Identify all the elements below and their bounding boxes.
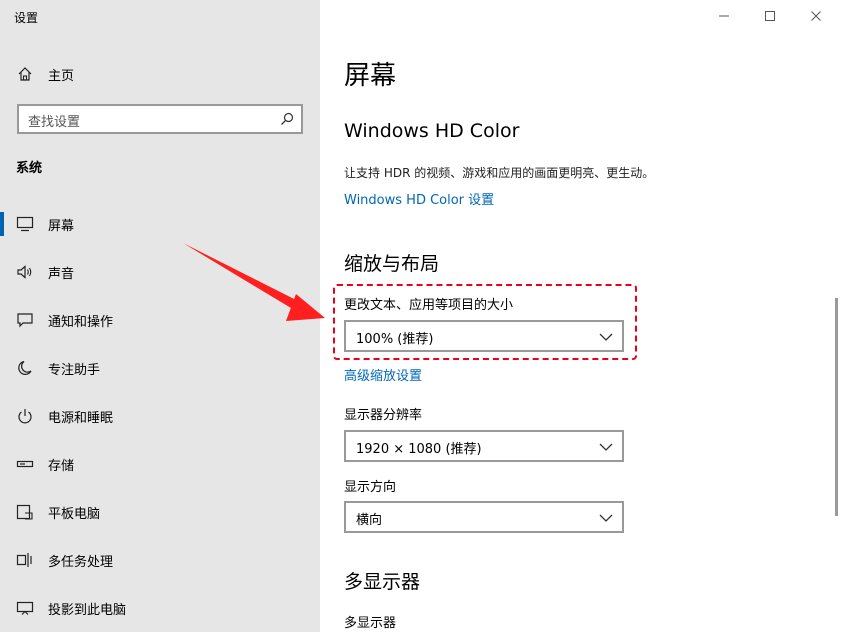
resolution-value: 1920 × 1080 (推荐) <box>356 442 482 457</box>
chevron-down-icon <box>599 443 613 451</box>
orientation-label: 显示方向 <box>344 480 397 495</box>
sidebar-item-label: 专注助手 <box>48 363 101 378</box>
scrollbar-thumb[interactable] <box>835 298 838 516</box>
project-icon <box>16 601 34 615</box>
scale-label: 更改文本、应用等项目的大小 <box>344 298 514 313</box>
chevron-down-icon <box>599 514 613 522</box>
maximize-button[interactable] <box>747 0 793 32</box>
multi-display-heading: 多显示器 <box>344 571 421 593</box>
close-button[interactable] <box>793 0 839 32</box>
sidebar-item-notifications[interactable]: 通知和操作 <box>0 296 320 344</box>
speaker-icon <box>17 265 32 279</box>
scale-dropdown[interactable]: 100% (推荐) <box>344 320 624 352</box>
power-icon <box>18 409 32 424</box>
close-icon <box>811 11 821 21</box>
monitor-icon <box>16 216 34 232</box>
content-pane: 屏幕 Windows HD Color 让支持 HDR 的视频、游戏和应用的画面… <box>320 0 841 632</box>
sidebar-item-home[interactable]: 主页 <box>0 58 320 90</box>
sidebar-item-label: 声音 <box>48 267 75 282</box>
sidebar-item-project[interactable]: 投影到此电脑 <box>0 584 320 632</box>
hdr-description: 让支持 HDR 的视频、游戏和应用的画面更明亮、更生动。 <box>344 166 655 180</box>
sidebar-item-label: 存储 <box>48 459 75 474</box>
sidebar-item-label: 屏幕 <box>48 219 75 234</box>
sidebar-item-label: 主页 <box>48 69 75 84</box>
home-icon <box>18 67 32 81</box>
sidebar-item-label: 电源和睡眠 <box>48 411 114 426</box>
sidebar-item-power-sleep[interactable]: 电源和睡眠 <box>0 392 320 440</box>
search-icon[interactable] <box>279 111 295 127</box>
scale-value: 100% (推荐) <box>356 332 434 347</box>
orientation-dropdown[interactable]: 横向 <box>344 501 624 533</box>
resolution-dropdown[interactable]: 1920 × 1080 (推荐) <box>344 430 624 462</box>
advanced-scaling-link[interactable]: 高级缩放设置 <box>344 365 422 384</box>
sidebar-item-tablet[interactable]: 平板电脑 <box>0 488 320 536</box>
search-placeholder: 查找设置 <box>28 115 81 130</box>
window-title: 设置 <box>14 11 39 25</box>
resolution-label: 显示器分辨率 <box>344 408 423 423</box>
tablet-icon <box>16 504 33 520</box>
minimize-icon <box>719 15 729 17</box>
sidebar-item-storage[interactable]: 存储 <box>0 440 320 488</box>
sidebar-item-label: 通知和操作 <box>48 315 114 330</box>
sidebar-item-label: 平板电脑 <box>48 507 101 522</box>
maximize-icon <box>765 11 775 21</box>
multi-display-label: 多显示器 <box>344 616 397 631</box>
search-input[interactable]: 查找设置 <box>17 104 303 134</box>
sidebar-item-focus-assist[interactable]: 专注助手 <box>0 344 320 392</box>
multitask-icon <box>16 553 32 567</box>
sidebar-item-sound[interactable]: 声音 <box>0 248 320 296</box>
scale-layout-heading: 缩放与布局 <box>344 253 440 275</box>
sidebar: 设置 主页 查找设置 系统 屏幕 声音 通知和操作 专注助手 电源和睡眠 存储 … <box>0 0 320 632</box>
active-indicator <box>0 212 4 236</box>
sidebar-nav: 屏幕 声音 通知和操作 专注助手 电源和睡眠 存储 平板电脑 多任务处理 投影到… <box>0 200 320 632</box>
orientation-value: 横向 <box>356 513 383 528</box>
hdr-settings-link[interactable]: Windows HD Color 设置 <box>344 189 494 208</box>
moon-icon <box>18 360 32 375</box>
sidebar-item-label: 多任务处理 <box>48 555 114 570</box>
hdr-heading: Windows HD Color <box>344 120 520 142</box>
storage-icon <box>16 460 34 468</box>
sidebar-item-label: 投影到此电脑 <box>48 603 127 618</box>
page-title: 屏幕 <box>344 61 397 91</box>
notification-icon <box>17 313 33 328</box>
section-title: 系统 <box>16 161 43 176</box>
sidebar-item-multitasking[interactable]: 多任务处理 <box>0 536 320 584</box>
sidebar-item-display[interactable]: 屏幕 <box>0 200 320 248</box>
chevron-down-icon <box>599 333 613 341</box>
minimize-button[interactable] <box>701 0 747 32</box>
